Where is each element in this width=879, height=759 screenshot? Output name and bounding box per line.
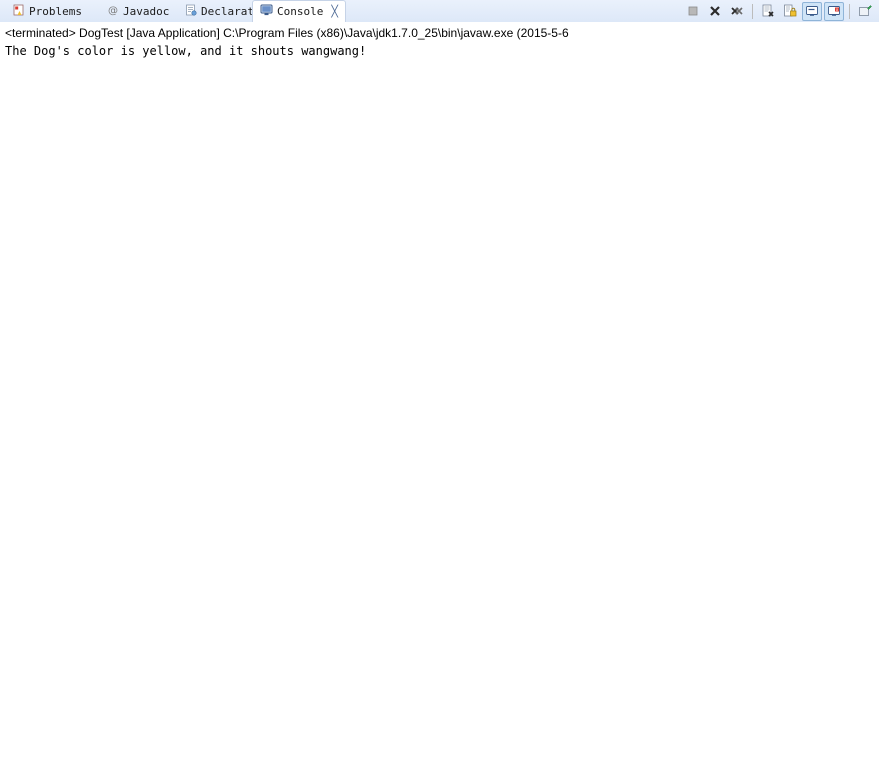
toolbar-separator (849, 3, 850, 19)
console-toolbar: x (683, 1, 875, 21)
terminate-icon[interactable] (683, 2, 703, 21)
tab-console[interactable]: Console ╳ (252, 0, 346, 23)
tab-javadoc[interactable]: @ Javadoc (100, 1, 176, 22)
tab-problems[interactable]: Problems (6, 1, 89, 22)
console-tab-label: Console (277, 5, 324, 18)
javadoc-icon: @ (107, 4, 119, 19)
console-tabbar: Problems @ Javadoc Declaration Console ╳… (0, 0, 879, 23)
console-panel: Problems @ Javadoc Declaration Console ╳… (0, 0, 879, 759)
console-output-line: The Dog's color is yellow, and it shouts… (5, 44, 367, 58)
declaration-icon (185, 4, 197, 19)
open-console-icon[interactable] (855, 2, 875, 21)
pin-console-icon[interactable] (802, 1, 822, 21)
remove-all-icon[interactable] (727, 2, 747, 21)
remove-icon[interactable] (705, 2, 725, 21)
clear-console-icon[interactable] (758, 2, 778, 21)
console-icon (260, 4, 273, 19)
toolbar-separator (752, 3, 753, 19)
eclipse-window: Java - 20135323/src/DogTest.java - Eclip… (0, 0, 879, 759)
console-output[interactable]: <terminated> DogTest [Java Application] … (0, 22, 879, 759)
display-console-icon[interactable]: x (824, 1, 844, 21)
console-launch-header: <terminated> DogTest [Java Application] … (5, 26, 569, 40)
problems-icon (13, 4, 25, 19)
console-tab-label: Problems (29, 5, 82, 18)
svg-text:@: @ (108, 6, 118, 17)
scroll-lock-icon[interactable] (780, 2, 800, 21)
console-tab-label: Javadoc (123, 5, 170, 18)
close-icon[interactable]: ╳ (331, 6, 338, 17)
